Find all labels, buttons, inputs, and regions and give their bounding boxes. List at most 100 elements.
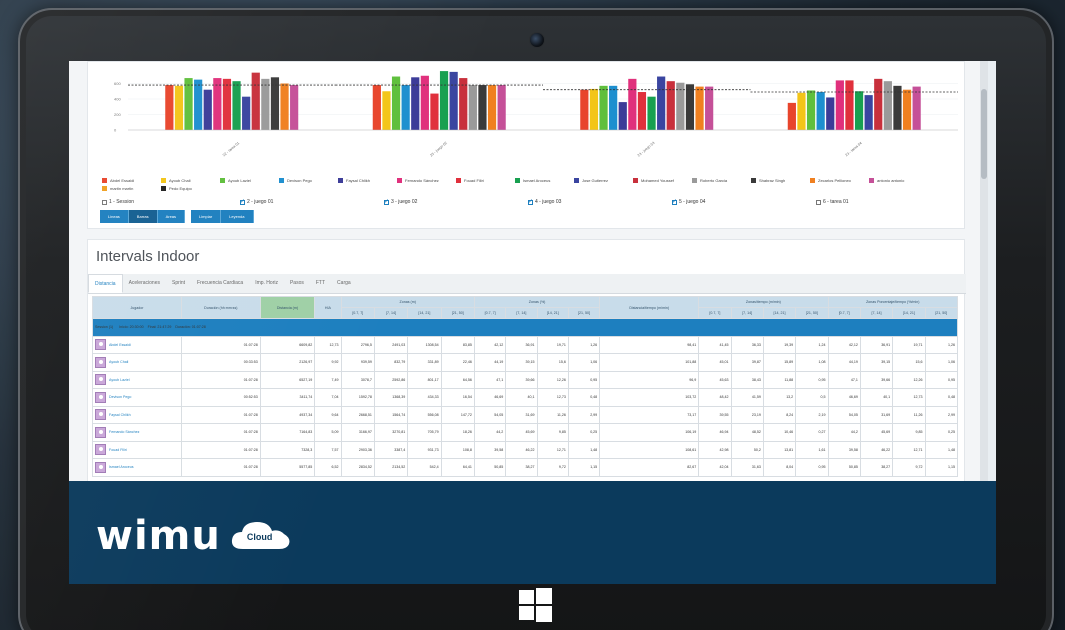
tab-3[interactable]: Frecuencia Cardiaca bbox=[191, 274, 249, 293]
clear-button[interactable]: Limpiar bbox=[191, 210, 222, 223]
legend-item[interactable]: Devison Pego bbox=[279, 178, 312, 184]
table-row[interactable]: Faysal Chlikh 01:07:28 4937,34 9,64 2668,51 1… bbox=[92, 405, 959, 424]
zone-col[interactable]: [14, 21] bbox=[762, 307, 797, 319]
bar[interactable] bbox=[261, 78, 270, 130]
zone-col[interactable]: [7, 14] bbox=[505, 307, 538, 319]
bar[interactable] bbox=[835, 80, 844, 130]
windows-icon[interactable] bbox=[518, 588, 552, 622]
zone-col[interactable]: [21, 50] bbox=[795, 307, 829, 319]
table-row[interactable]: Devison Pego 00:52:53 3411,74 7,04 1592,78 13… bbox=[92, 388, 959, 407]
bar[interactable] bbox=[826, 97, 835, 130]
col-zones-m[interactable]: Zonas (m) bbox=[340, 296, 475, 308]
col-zones-time[interactable]: Zonas/tiempo (m/min) bbox=[698, 296, 829, 308]
bar[interactable] bbox=[382, 91, 391, 130]
bar[interactable] bbox=[705, 86, 714, 130]
col-duration[interactable]: Duración (hh:mm:ss) bbox=[180, 296, 261, 319]
bar[interactable] bbox=[816, 92, 825, 130]
lines-button[interactable]: Lineas bbox=[100, 210, 129, 223]
bar[interactable] bbox=[854, 91, 864, 130]
zone-col[interactable]: [7, 14] bbox=[859, 307, 894, 319]
bar[interactable] bbox=[628, 78, 637, 130]
bar[interactable] bbox=[290, 85, 299, 130]
legend-item[interactable]: Shabraz Singh bbox=[751, 178, 785, 184]
bar[interactable] bbox=[797, 92, 806, 130]
table-row[interactable]: Fernando Sánchez 01:07:28 7164,83 5,09 3166,… bbox=[92, 423, 959, 442]
bar[interactable] bbox=[883, 81, 892, 130]
bar[interactable] bbox=[411, 77, 420, 130]
bar[interactable] bbox=[222, 78, 232, 130]
bar[interactable] bbox=[439, 71, 449, 130]
session-toggle[interactable]: 6 - tarea 01 bbox=[816, 199, 849, 205]
scrollbar-thumb[interactable] bbox=[981, 89, 987, 179]
zone-col[interactable]: [14, 21] bbox=[892, 307, 926, 319]
bar[interactable] bbox=[391, 76, 401, 130]
bar[interactable] bbox=[174, 85, 184, 130]
session-toggle[interactable]: 2 - juego 01 bbox=[240, 198, 273, 205]
legend-item[interactable]: Pedo Equipo bbox=[161, 186, 192, 192]
bar[interactable] bbox=[232, 81, 241, 130]
bar[interactable] bbox=[647, 96, 656, 130]
checkbox[interactable] bbox=[816, 199, 821, 205]
col-dist-time[interactable]: Distancia/tiempo (m/min) bbox=[599, 296, 700, 319]
legend-item[interactable]: Fernando Sánchez bbox=[397, 178, 439, 184]
legend-item[interactable]: Jose Gutierrez bbox=[574, 178, 608, 184]
legend-item[interactable]: Mohamed Youssef bbox=[633, 178, 674, 184]
col-zones-pct-time[interactable]: Zonas Porcentaje/tiempo (%/min) bbox=[827, 296, 959, 308]
zone-col[interactable]: [14, 21] bbox=[536, 307, 569, 319]
areas-button[interactable]: Areas bbox=[157, 210, 186, 223]
bar[interactable] bbox=[468, 85, 477, 130]
legend-item[interactable]: Ayoub Laziel bbox=[220, 178, 251, 184]
col-zones-pct[interactable]: Zonas (%) bbox=[473, 296, 601, 308]
bar[interactable] bbox=[194, 79, 203, 130]
tab-4[interactable]: Imp. Horiz bbox=[249, 274, 284, 293]
col-player[interactable]: Jugador bbox=[92, 296, 182, 319]
legend-button[interactable]: Leyenda bbox=[221, 210, 254, 223]
tab-2[interactable]: Sprint bbox=[166, 274, 191, 293]
player-name-link[interactable]: Ismael Aroceus bbox=[109, 465, 134, 469]
col-distance[interactable]: Distancia (m) bbox=[259, 296, 316, 319]
bar[interactable] bbox=[874, 78, 883, 130]
col-hia[interactable]: HIA bbox=[314, 296, 342, 319]
bar[interactable] bbox=[251, 72, 260, 130]
bar[interactable] bbox=[242, 96, 251, 130]
player-name-link[interactable]: Devison Pego bbox=[109, 395, 131, 399]
bar[interactable] bbox=[589, 88, 599, 130]
session-toggle[interactable]: 1 - Session bbox=[102, 199, 134, 205]
player-name-link[interactable]: Fouad Filiri bbox=[109, 448, 127, 452]
zone-col[interactable]: [0.7, 7] bbox=[340, 307, 375, 319]
bar[interactable] bbox=[459, 78, 468, 130]
player-name-link[interactable]: Fernando Sánchez bbox=[109, 430, 139, 434]
tab-1[interactable]: Aceleraciones bbox=[123, 274, 166, 293]
bar[interactable] bbox=[864, 95, 873, 130]
session-toggle[interactable]: 5 - juego 04 bbox=[672, 198, 705, 205]
bar[interactable] bbox=[609, 85, 618, 130]
bar[interactable] bbox=[372, 85, 381, 130]
legend-item[interactable]: Ayoub Chali bbox=[161, 178, 191, 184]
bar[interactable] bbox=[184, 78, 193, 130]
legend-item[interactable]: Ismael Aroceus bbox=[515, 178, 550, 184]
zone-col[interactable]: [21, 50] bbox=[440, 307, 475, 319]
bar[interactable] bbox=[618, 102, 627, 130]
bar[interactable] bbox=[580, 89, 589, 130]
bar[interactable] bbox=[902, 89, 912, 130]
legend-item[interactable]: Faysal Chlikh bbox=[338, 178, 370, 184]
legend-item[interactable]: martin martin bbox=[102, 186, 133, 192]
tab-5[interactable]: Pasos bbox=[284, 274, 310, 293]
player-name-link[interactable]: Ayoub Laziel bbox=[109, 378, 130, 382]
bar[interactable] bbox=[695, 86, 704, 130]
table-row[interactable]: Abdel Essaidi 01:07:28 6609,82 12,73 2796,5 2… bbox=[92, 335, 959, 354]
bar[interactable] bbox=[599, 85, 608, 130]
zone-col[interactable]: [14, 21] bbox=[407, 307, 442, 319]
zone-col[interactable]: [0.7, 7] bbox=[827, 307, 861, 319]
checkbox[interactable] bbox=[384, 198, 389, 205]
checkbox[interactable] bbox=[528, 198, 533, 205]
table-row[interactable]: Ismael Aroceus 01:07:28 5577,85 6,52 2834,52… bbox=[92, 458, 959, 477]
vertical-scrollbar[interactable] bbox=[980, 61, 988, 481]
player-name-link[interactable]: Faysal Chlikh bbox=[109, 413, 131, 417]
legend-item[interactable]: Roberto Garcia bbox=[692, 178, 727, 184]
bar[interactable] bbox=[666, 81, 675, 130]
legend-item[interactable]: antonio antonio bbox=[869, 178, 904, 184]
tab-6[interactable]: FTT bbox=[310, 274, 331, 293]
zone-col[interactable]: [7, 14] bbox=[730, 307, 764, 319]
zone-col[interactable]: [21, 50] bbox=[567, 307, 601, 319]
